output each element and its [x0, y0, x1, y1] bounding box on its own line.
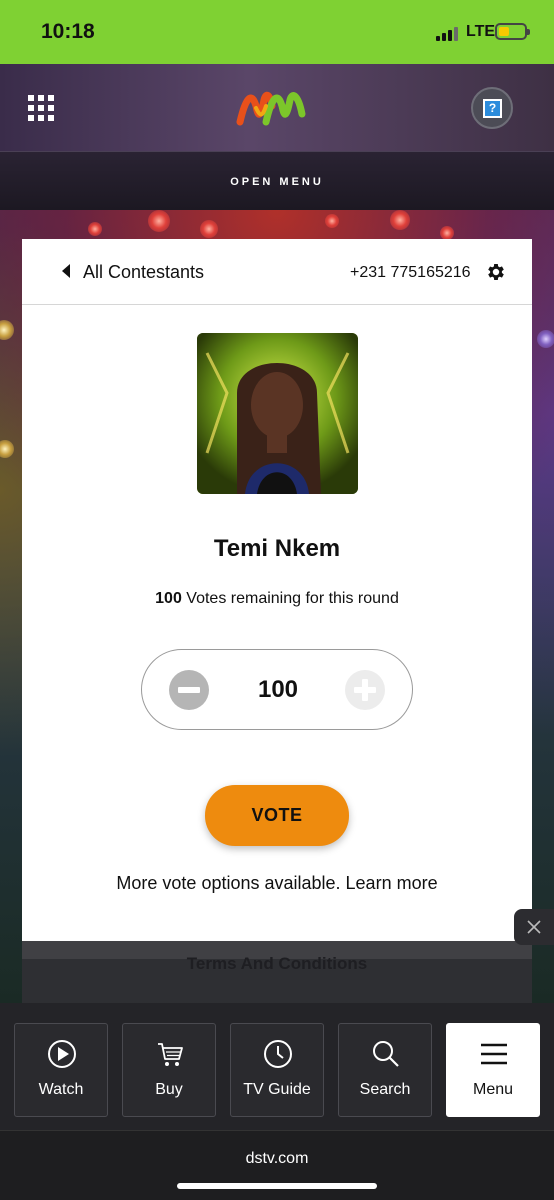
all-contestants-link[interactable]: All Contestants: [83, 262, 204, 283]
nav-label: Buy: [155, 1081, 183, 1098]
signal-icon: [436, 25, 458, 41]
vote-card: All Contestants +231 775165216 Temi Nkem…: [22, 239, 532, 959]
terms-link[interactable]: Terms And Conditions: [22, 954, 532, 974]
open-menu-bar[interactable]: OPEN MENU: [0, 151, 554, 210]
play-icon: [48, 1040, 76, 1068]
contestant-name: Temi Nkem: [213, 535, 341, 562]
plus-icon[interactable]: [345, 670, 385, 710]
nav-label: Menu: [472, 1081, 514, 1098]
open-menu-label: OPEN MENU: [230, 176, 324, 188]
vote-button[interactable]: VOTE: [205, 785, 349, 846]
terms-banner: Terms And Conditions: [22, 941, 532, 1003]
votes-remaining: 100 Votes remaining for this round: [22, 590, 532, 608]
status-time: 10:18: [41, 20, 95, 43]
card-header: All Contestants +231 775165216: [22, 239, 532, 305]
phone-number: +231 775165216: [350, 264, 471, 281]
grid-icon[interactable]: [28, 95, 54, 121]
votes-remaining-text: Votes remaining for this round: [181, 590, 399, 607]
nav-search[interactable]: Search: [338, 1023, 432, 1117]
bottom-nav: Watch Buy TV Guide Search Menu: [0, 1003, 554, 1130]
contestant-photo: [197, 333, 358, 494]
browser-url-bar[interactable]: dstv.com: [0, 1130, 554, 1200]
cart-icon: [158, 1043, 183, 1066]
search-icon: [373, 1041, 399, 1067]
gear-icon[interactable]: [485, 261, 507, 283]
nav-watch[interactable]: Watch: [14, 1023, 108, 1117]
votes-remaining-count: 100: [155, 590, 182, 607]
network-label: LTE: [466, 23, 496, 40]
clock-icon: [264, 1040, 292, 1068]
hamburger-icon: [481, 1043, 507, 1065]
battery-icon: [495, 23, 530, 40]
nav-tv-guide[interactable]: TV Guide: [230, 1023, 324, 1117]
back-arrow-icon[interactable]: [62, 264, 70, 278]
close-icon: [527, 920, 541, 934]
more-vote-options-link[interactable]: More vote options available. Learn more: [22, 873, 532, 894]
close-button[interactable]: [514, 909, 554, 945]
url-text[interactable]: dstv.com: [0, 1150, 554, 1168]
nav-menu[interactable]: Menu: [446, 1023, 540, 1117]
nav-label: Watch: [38, 1081, 84, 1098]
nav-buy[interactable]: Buy: [122, 1023, 216, 1117]
help-button[interactable]: ?: [471, 87, 513, 129]
home-indicator[interactable]: [177, 1183, 377, 1189]
nav-label: TV Guide: [243, 1081, 311, 1098]
status-bar: 10:18 LTE: [0, 0, 554, 64]
app-header: ?: [0, 64, 554, 151]
help-icon: ?: [483, 99, 502, 118]
mm-logo[interactable]: [236, 86, 308, 128]
vote-stepper: 100: [141, 649, 413, 730]
nav-label: Search: [359, 1081, 411, 1098]
